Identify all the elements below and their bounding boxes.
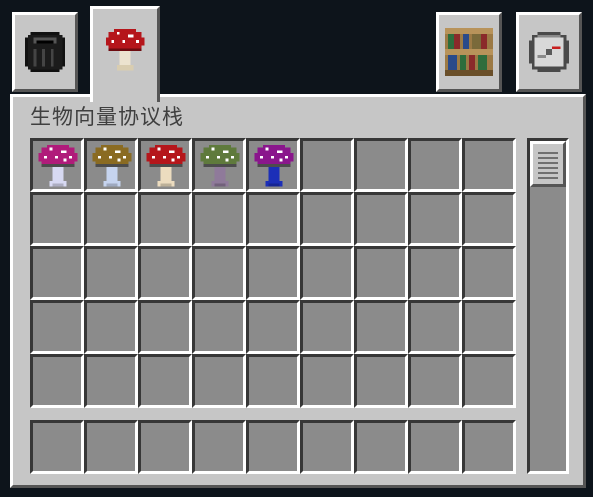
hotbar-slot[interactable] — [246, 420, 300, 474]
hotbar-slot[interactable] — [138, 420, 192, 474]
red-mushroom-icon — [105, 29, 145, 71]
inventory-slot[interactable] — [30, 246, 84, 300]
inventory-slot[interactable] — [30, 138, 84, 192]
inventory-slot[interactable] — [84, 300, 138, 354]
inventory-slot[interactable] — [408, 246, 462, 300]
inventory-slot[interactable] — [192, 138, 246, 192]
inventory-slot[interactable] — [462, 138, 516, 192]
inventory-slot[interactable] — [192, 354, 246, 408]
inventory-slot[interactable] — [138, 192, 192, 246]
inventory-slot[interactable] — [354, 300, 408, 354]
inventory-slot[interactable] — [408, 138, 462, 192]
inventory-slot[interactable] — [246, 354, 300, 408]
compass-icon — [528, 31, 570, 73]
inventory-slot[interactable] — [246, 192, 300, 246]
inventory-slot[interactable] — [300, 192, 354, 246]
inventory-slot[interactable] — [84, 192, 138, 246]
inventory-slot[interactable] — [138, 300, 192, 354]
hotbar-slot[interactable] — [192, 420, 246, 474]
hotbar-slot[interactable] — [30, 420, 84, 474]
hotbar-slot[interactable] — [462, 420, 516, 474]
scrollbar-track[interactable] — [527, 138, 569, 474]
inventory-slot[interactable] — [192, 246, 246, 300]
inventory-slot[interactable] — [354, 246, 408, 300]
black-barrel-icon — [24, 31, 66, 73]
magenta-mushroom-icon — [38, 144, 78, 187]
inventory-slot[interactable] — [408, 354, 462, 408]
container-title: 生物向量协议栈 — [30, 105, 184, 129]
inventory-slot[interactable] — [354, 192, 408, 246]
inventory-slot[interactable] — [84, 138, 138, 192]
inventory-slot[interactable] — [408, 192, 462, 246]
inventory-slot[interactable] — [30, 300, 84, 354]
inventory-slot[interactable] — [354, 138, 408, 192]
inventory-slot[interactable] — [84, 246, 138, 300]
inventory-slot[interactable] — [246, 138, 300, 192]
brown-mushroom-icon — [92, 144, 132, 187]
bookshelf-icon — [445, 28, 493, 76]
tab-compass[interactable] — [516, 12, 582, 92]
inventory-slot[interactable] — [138, 138, 192, 192]
inventory-slot[interactable] — [300, 138, 354, 192]
inventory-slot[interactable] — [138, 246, 192, 300]
inventory-slot[interactable] — [354, 354, 408, 408]
inventory-slot[interactable] — [462, 300, 516, 354]
tab-mushrooms[interactable] — [90, 6, 160, 102]
inventory-slot[interactable] — [300, 300, 354, 354]
inventory-slot[interactable] — [30, 192, 84, 246]
scrollbar-thumb[interactable] — [530, 141, 566, 187]
tab-storage[interactable] — [12, 12, 78, 92]
inventory-slot[interactable] — [30, 354, 84, 408]
inventory-slot[interactable] — [462, 192, 516, 246]
red-mushroom-icon — [146, 144, 186, 187]
tab-bookshelf[interactable] — [436, 12, 502, 92]
inventory-slot[interactable] — [192, 300, 246, 354]
hotbar-slot[interactable] — [300, 420, 354, 474]
hotbar-slot[interactable] — [84, 420, 138, 474]
green-mushroom-icon — [200, 144, 240, 187]
hotbar-slot[interactable] — [354, 420, 408, 474]
inventory-slot[interactable] — [408, 300, 462, 354]
inventory-slot[interactable] — [462, 246, 516, 300]
inventory-slot[interactable] — [246, 246, 300, 300]
inventory-slot[interactable] — [300, 354, 354, 408]
inventory-slot[interactable] — [462, 354, 516, 408]
hotbar-slot[interactable] — [408, 420, 462, 474]
inventory-slot[interactable] — [246, 300, 300, 354]
inventory-slot[interactable] — [192, 192, 246, 246]
inventory-slot[interactable] — [84, 354, 138, 408]
inventory-slot[interactable] — [138, 354, 192, 408]
inventory-slot[interactable] — [300, 246, 354, 300]
purple-mushroom-icon — [254, 144, 294, 187]
